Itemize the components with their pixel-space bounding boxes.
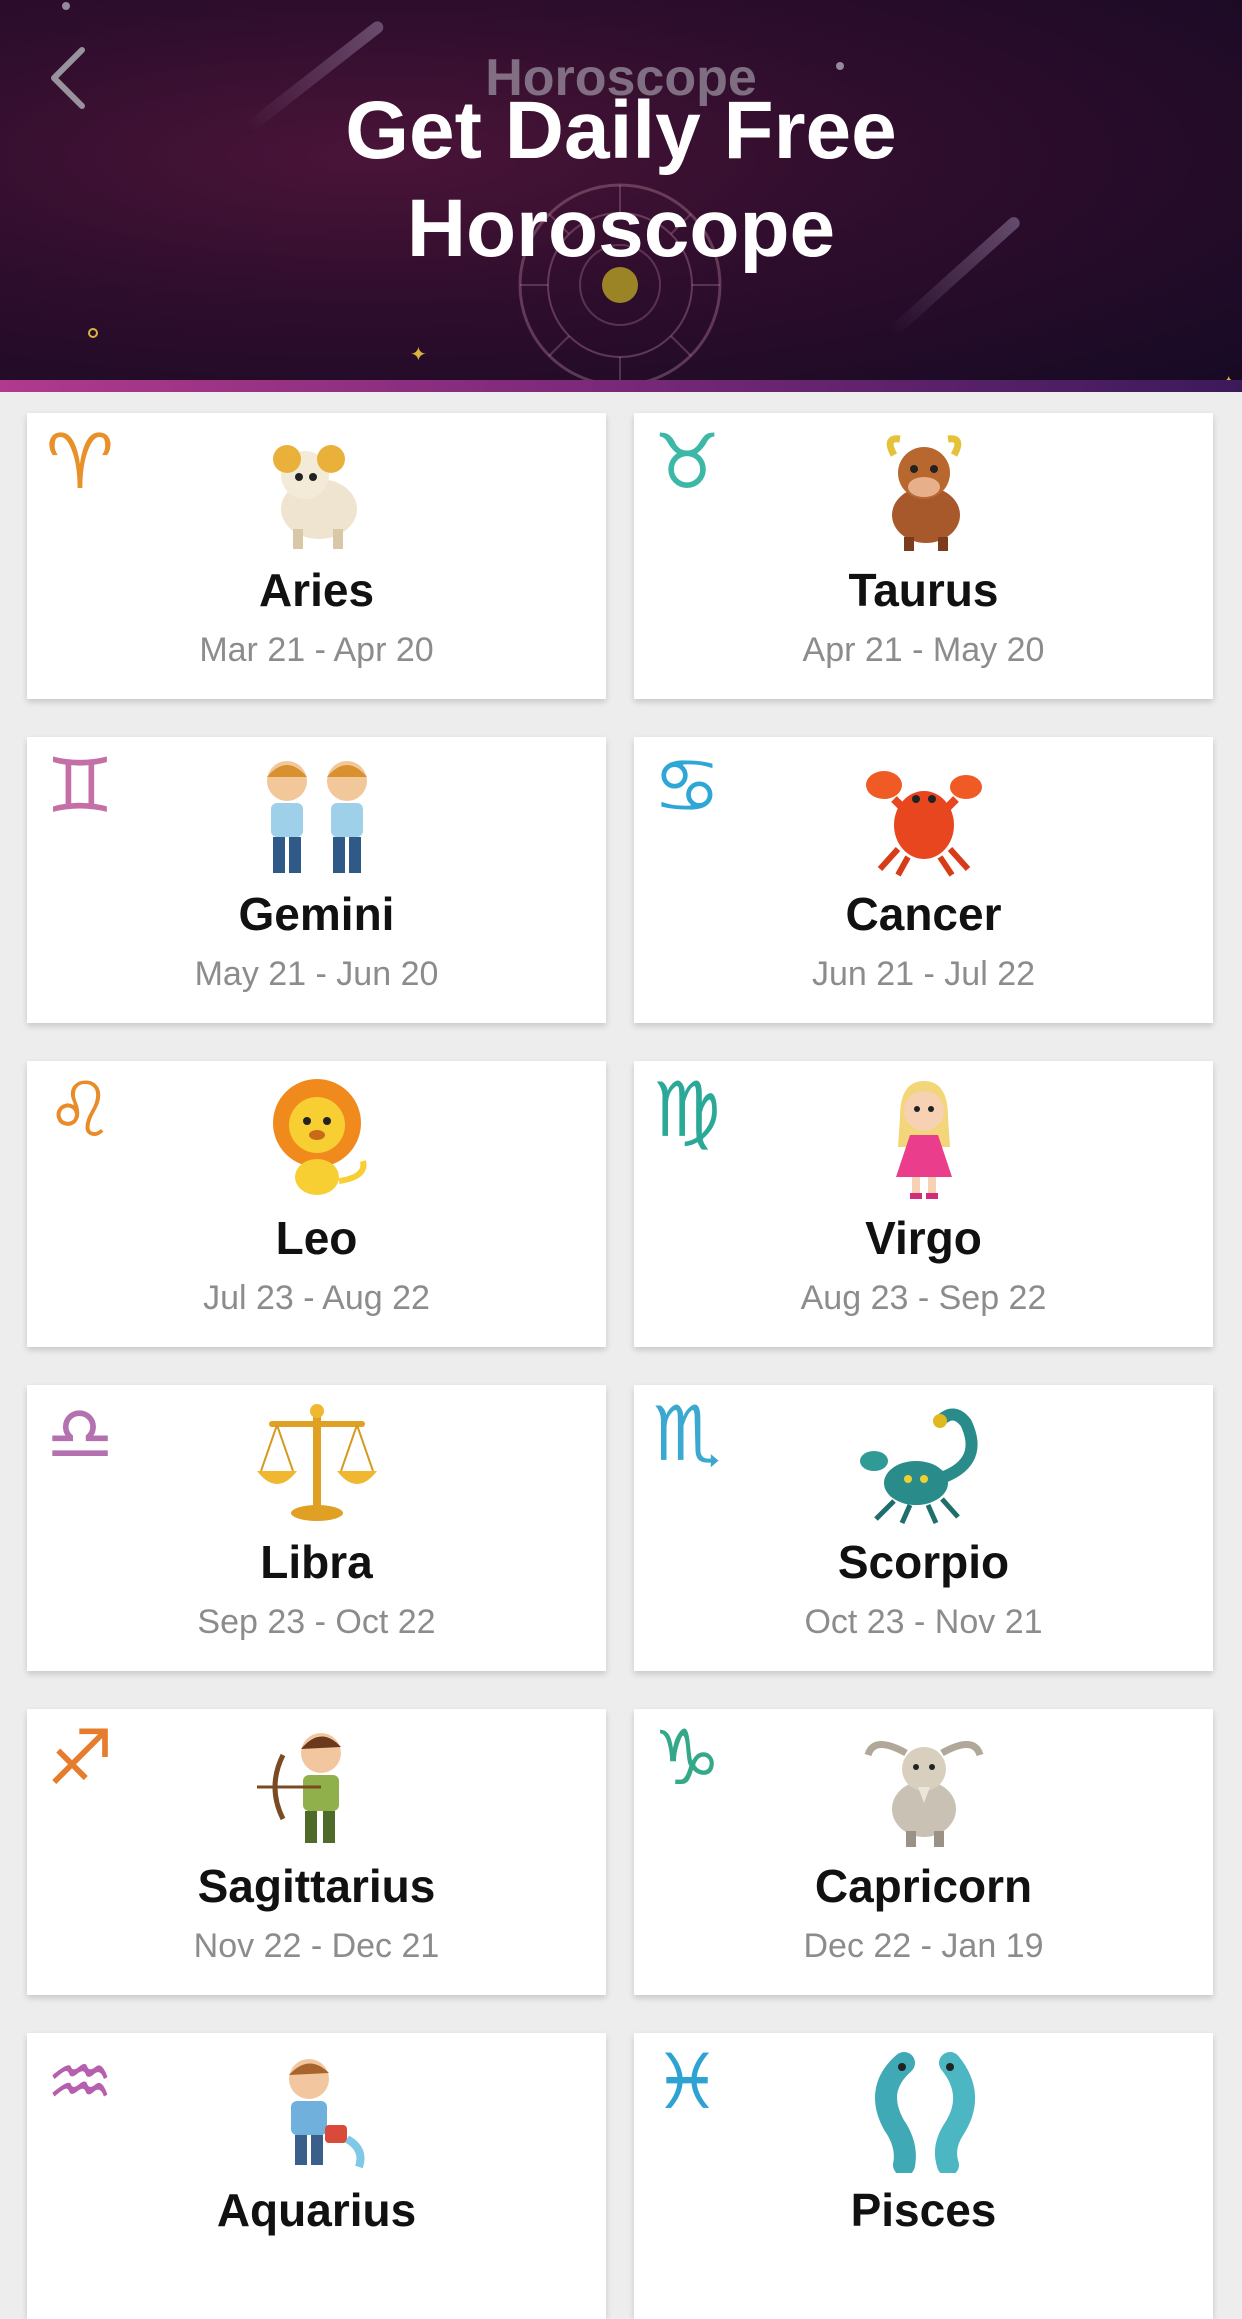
capricorn-symbol-icon: ♑ — [652, 1713, 722, 1802]
star-icon: ✦ — [410, 344, 427, 366]
sign-name: Libra — [260, 1536, 373, 1588]
sign-card-virgo[interactable]: ♍ Virgo Aug 23 - Sep 22 — [634, 1061, 1213, 1347]
leo-symbol-icon: ♌ — [45, 1065, 115, 1154]
sign-name: Pisces — [850, 2184, 997, 2236]
sign-dates: Apr 21 - May 20 — [802, 631, 1045, 669]
lion-icon — [272, 1079, 366, 1195]
sign-card-aries[interactable]: ♈ Aries Mar 21 - Apr 20 — [27, 413, 606, 699]
sign-card-aquarius[interactable]: ♒ Aquarius — [27, 2033, 606, 2319]
twins-icon — [266, 761, 367, 873]
sign-name: Aquarius — [216, 2184, 417, 2236]
sign-card-gemini[interactable]: ♊ Gemini May 21 - Jun 20 — [27, 737, 606, 1023]
archer-icon — [256, 1733, 341, 1843]
sagittarius-symbol-icon: ♐ — [45, 1713, 115, 1802]
fish-icon — [874, 2052, 975, 2173]
scorpio-symbol-icon: ♏ — [652, 1389, 722, 1478]
sign-dates: Sep 23 - Oct 22 — [197, 1603, 436, 1641]
pisces-symbol-icon: ♓ — [652, 2037, 722, 2126]
sign-card-sagittarius[interactable]: ♐ Sagittarius Nov 22 - Dec 21 — [27, 1709, 606, 1995]
sign-card-taurus[interactable]: ♉ Taurus Apr 21 - May 20 — [634, 413, 1213, 699]
gemini-symbol-icon: ♊ — [45, 741, 115, 830]
sign-name: Gemini — [238, 888, 395, 940]
header-banner: ✦ ✦ Horoscope Get Daily Free Horoscope — [0, 0, 1242, 392]
sign-dates: Jul 23 - Aug 22 — [203, 1279, 430, 1317]
sign-card-pisces[interactable]: ♓ Pisces — [634, 2033, 1213, 2319]
sign-card-scorpio[interactable]: ♏ Scorpio Oct 23 - Nov 21 — [634, 1385, 1213, 1671]
sign-dates: Nov 22 - Dec 21 — [193, 1927, 440, 1965]
sign-name: Taurus — [848, 564, 999, 616]
sign-name: Capricorn — [814, 1860, 1033, 1912]
scales-icon — [256, 1404, 377, 1521]
star-dot — [62, 2, 70, 10]
aquarius-symbol-icon: ♒ — [45, 2037, 115, 2126]
sign-name: Aries — [258, 564, 375, 616]
sign-dates: Dec 22 - Jan 19 — [803, 1927, 1044, 1965]
taurus-symbol-icon: ♉ — [652, 417, 722, 506]
sign-name: Scorpio — [837, 1536, 1010, 1588]
sign-card-leo[interactable]: ♌ Leo Jul 23 - Aug 22 — [27, 1061, 606, 1347]
crab-icon — [865, 771, 982, 877]
sign-name: Leo — [275, 1212, 358, 1264]
sign-name: Sagittarius — [197, 1860, 436, 1912]
goat-icon — [864, 1741, 983, 1847]
ram-icon — [272, 445, 357, 549]
girl-icon — [895, 1081, 952, 1199]
sign-name: Virgo — [865, 1212, 982, 1264]
scorpion-icon — [859, 1408, 978, 1525]
zodiac-grid: ♈ Aries Mar 21 - Apr 20 ♉ Taurus Apr 21 … — [27, 413, 1213, 2319]
promo-line-2: Horoscope — [406, 183, 836, 274]
sign-name: Cancer — [845, 888, 1002, 940]
sign-dates: Aug 23 - Sep 22 — [800, 1279, 1047, 1317]
star-dot — [88, 328, 98, 338]
sign-card-capricorn[interactable]: ♑ Capricorn Dec 22 - Jan 19 — [634, 1709, 1213, 1995]
promo-headline: Get Daily Free Horoscope — [0, 82, 1242, 278]
sign-dates: May 21 - Jun 20 — [194, 955, 439, 993]
bull-icon — [886, 435, 961, 551]
virgo-symbol-icon: ♍ — [652, 1065, 722, 1154]
sign-card-cancer[interactable]: ♋ Cancer Jun 21 - Jul 22 — [634, 737, 1213, 1023]
cancer-symbol-icon: ♋ — [652, 741, 722, 830]
sign-dates: Mar 21 - Apr 20 — [199, 631, 434, 669]
water-bearer-icon — [288, 2059, 364, 2169]
sign-dates: Jun 21 - Jul 22 — [811, 955, 1036, 993]
aries-symbol-icon: ♈ — [45, 417, 115, 506]
promo-line-1: Get Daily Free — [345, 85, 897, 176]
header-accent-bar — [0, 380, 1242, 392]
libra-symbol-icon: ♎ — [45, 1389, 115, 1478]
sign-card-libra[interactable]: ♎ Libra Sep 23 - Oct 22 — [27, 1385, 606, 1671]
sign-dates: Oct 23 - Nov 21 — [804, 1603, 1043, 1641]
